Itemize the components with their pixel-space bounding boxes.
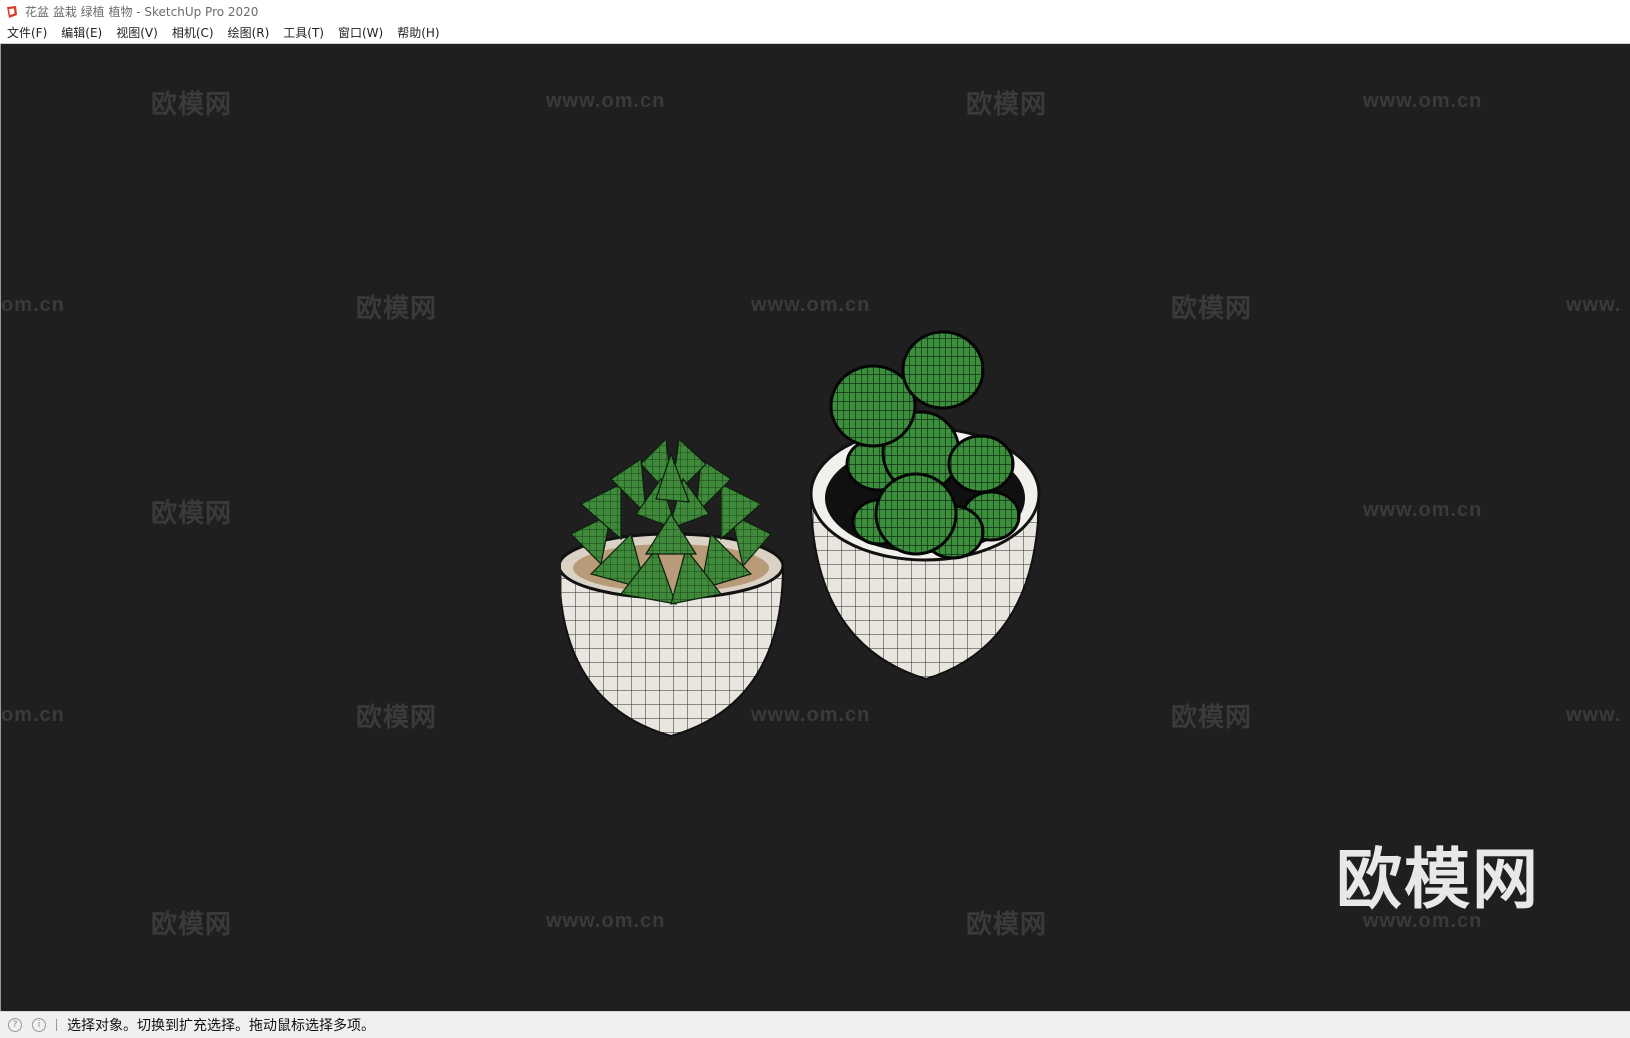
watermark-logo: 欧模网 [151,499,233,529]
menu-edit[interactable]: 编辑(E) [54,23,109,43]
menu-bar: 文件(F) 编辑(E) 视图(V) 相机(C) 绘图(R) 工具(T) 窗口(W… [0,23,1630,44]
left-pot [561,532,785,738]
window-title: 花盆 盆栽 绿植 植物 - SketchUp Pro 2020 [25,5,259,19]
menu-help[interactable]: 帮助(H) [390,23,446,43]
menu-file[interactable]: 文件(F) [0,23,54,43]
watermark-logo: 欧模网 [151,90,233,120]
status-divider [56,1019,57,1031]
status-message: 选择对象。切换到扩充选择。拖动鼠标选择多项。 [67,1018,375,1034]
cactus-cluster [829,330,1021,560]
watermark-logo: 欧模网 [966,910,1048,940]
menu-view[interactable]: 视图(V) [109,23,165,43]
modeling-viewport[interactable]: 欧模网 www.om.cn 欧模网 www.om.cn om.cn 欧模网 ww… [0,44,1630,1011]
sketchup-logo-icon [7,5,17,18]
menu-camera[interactable]: 相机(C) [165,23,221,43]
watermark-logo: 欧模网 [356,703,438,733]
menu-window[interactable]: 窗口(W) [331,23,390,43]
menu-tools[interactable]: 工具(T) [276,23,331,43]
watermark-logo: 欧模网 [1171,703,1253,733]
watermark-large-logo: 欧模网 [1336,841,1540,918]
watermark-url-partial: www. [1566,294,1622,316]
watermark-logo: 欧模网 [966,90,1048,120]
watermark-logo: 欧模网 [1171,294,1253,324]
info-icon[interactable]: i [32,1018,46,1032]
menu-draw[interactable]: 绘图(R) [221,23,277,43]
watermark-url-partial: om.cn [1,294,65,316]
watermark-logo: 欧模网 [356,294,438,324]
geo-location-icon[interactable]: ? [8,1018,22,1032]
watermark-url: www.om.cn [546,90,666,112]
status-bar: ? i 选择对象。切换到扩充选择。拖动鼠标选择多项。 [0,1011,1630,1038]
title-bar: 花盆 盆栽 绿植 植物 - SketchUp Pro 2020 [0,0,1630,23]
watermark-url: www.om.cn [1363,499,1483,521]
watermark-logo: 欧模网 [151,910,233,940]
watermark-url: www.om.cn [1363,90,1483,112]
watermark-url-partial: om.cn [1,704,65,726]
watermark-url-partial: www. [1566,704,1622,726]
potted-plants-model[interactable] [561,284,1081,764]
watermark-url: www.om.cn [546,910,666,932]
